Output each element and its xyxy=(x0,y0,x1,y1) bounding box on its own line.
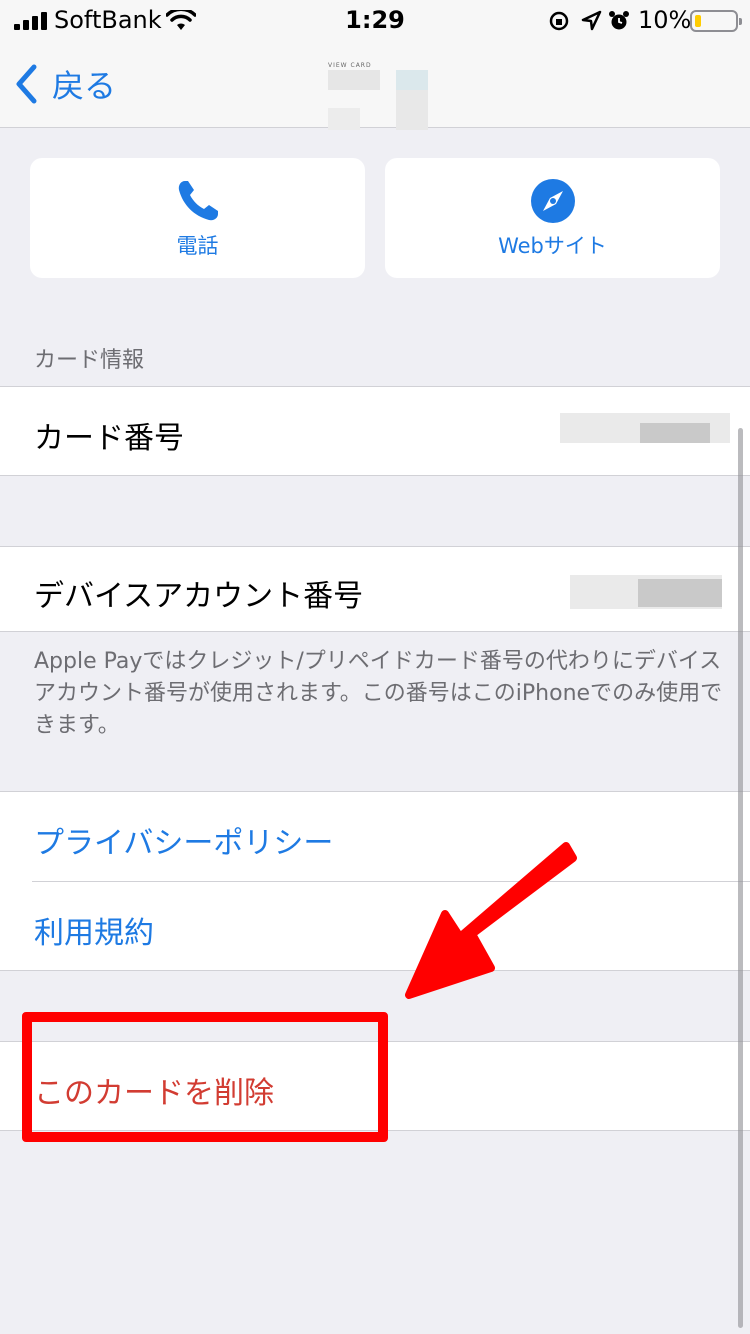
separator xyxy=(32,881,750,882)
card-number-row: カード番号 xyxy=(0,386,750,476)
call-label: 電話 xyxy=(176,234,219,258)
back-label: 戻る xyxy=(52,67,117,105)
card-info-header: カード情報 xyxy=(34,348,145,373)
battery-icon xyxy=(690,10,742,32)
phone-icon xyxy=(178,181,218,221)
links-group: プライバシーポリシー 利用規約 xyxy=(0,791,750,971)
location-icon xyxy=(581,10,602,31)
chevron-left-icon xyxy=(16,64,37,104)
device-account-footer: Apple Payではクレジット/プリペイドカード番号の代わりにデバイスアカウン… xyxy=(34,649,723,738)
card-thumbnail: VIEW CARD xyxy=(322,50,428,130)
annotation-highlight-box xyxy=(22,1012,388,1142)
back-button[interactable]: 戻る xyxy=(14,62,116,106)
device-account-label: デバイスアカウント番号 xyxy=(34,579,364,614)
orientation-lock-icon xyxy=(549,11,569,31)
status-bar: SoftBank 1:29 10% xyxy=(0,0,750,40)
card-number-label: カード番号 xyxy=(34,421,184,456)
compass-icon xyxy=(530,179,575,223)
card-brand-text: VIEW CARD xyxy=(328,62,372,69)
website-tile[interactable]: Webサイト xyxy=(385,158,720,278)
alarm-icon xyxy=(609,11,629,30)
scroll-indicator xyxy=(738,428,743,1328)
battery-percent: 10% xyxy=(638,6,692,34)
website-label: Webサイト xyxy=(498,234,607,258)
device-account-row: デバイスアカウント番号 xyxy=(0,546,750,632)
terms-link[interactable]: 利用規約 xyxy=(34,908,154,952)
call-tile[interactable]: 電話 xyxy=(30,158,365,278)
privacy-policy-link[interactable]: プライバシーポリシー xyxy=(34,818,333,862)
navigation-bar: 戻る VIEW CARD xyxy=(0,40,750,130)
